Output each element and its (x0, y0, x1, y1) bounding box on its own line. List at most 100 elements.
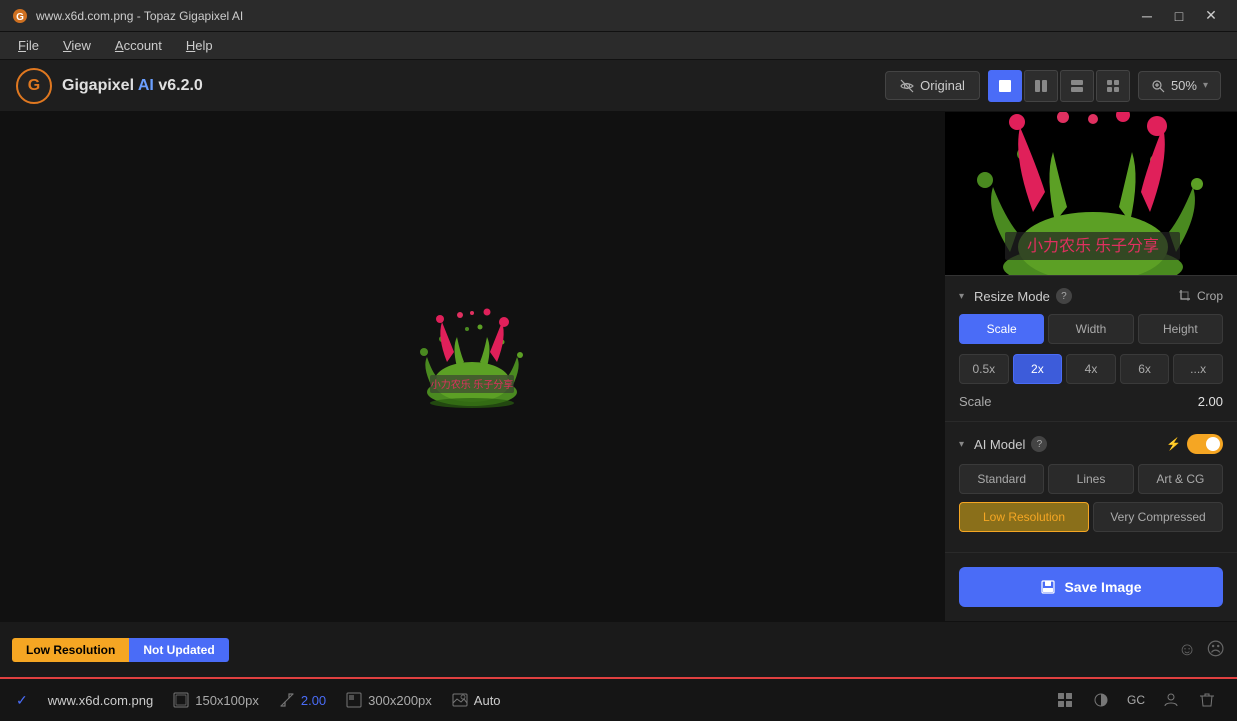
input-size-value: 150x100px (195, 693, 259, 708)
view-quad-icon (1105, 78, 1121, 94)
view-split-v-icon (1033, 78, 1049, 94)
tab-height[interactable]: Height (1138, 314, 1223, 344)
view-split-h-icon (1069, 78, 1085, 94)
svg-text:G: G (16, 12, 24, 23)
view-split-v-button[interactable] (1024, 70, 1058, 102)
bottom-grid-button[interactable] (1051, 686, 1079, 714)
output-size-item: 300x200px (346, 692, 432, 708)
tab-scale[interactable]: Scale (959, 314, 1044, 344)
maximize-button[interactable]: □ (1165, 5, 1193, 27)
app-version-ai: AI (138, 77, 154, 94)
bottom-filename: www.x6d.com.png (48, 693, 154, 708)
ai-model-header: ▾ AI Model ? ⚡ (959, 434, 1223, 454)
bottom-actions: GC (1051, 686, 1221, 714)
output-size-value: 300x200px (368, 693, 432, 708)
sub-model-group: Low Resolution Very Compressed (959, 502, 1223, 532)
image-icon (452, 692, 468, 708)
smiley-happy-icon[interactable]: ☺ (1178, 639, 1196, 660)
zoom-control[interactable]: 50% ▾ (1138, 71, 1221, 100)
scale-0-5x[interactable]: 0.5x (959, 354, 1009, 384)
model-very-compressed[interactable]: Very Compressed (1093, 502, 1223, 532)
canvas-image: 小力农乐 乐子分享 (402, 307, 542, 427)
view-single-button[interactable] (988, 70, 1022, 102)
tab-width[interactable]: Width (1048, 314, 1133, 344)
lightning-icon: ⚡ (1166, 437, 1181, 451)
model-lines[interactable]: Lines (1048, 464, 1133, 494)
bottom-gc-button[interactable]: GC (1123, 686, 1149, 714)
zoom-chevron-icon: ▾ (1203, 80, 1208, 91)
scale-label: Scale (959, 394, 992, 409)
save-button[interactable]: Save Image (959, 567, 1223, 607)
scale-custom[interactable]: ...x (1173, 354, 1223, 384)
menu-bar: File View Account Help (0, 32, 1237, 60)
resize-mode-header: ▾ Resize Mode ? Crop (959, 288, 1223, 304)
scale-row: Scale 2.00 (959, 394, 1223, 409)
tag-not-updated: Not Updated (129, 638, 228, 662)
trash-icon (1199, 692, 1215, 708)
svg-text:小力农乐 乐子分享: 小力农乐 乐子分享 (1027, 237, 1159, 255)
app-icon: G (12, 8, 28, 24)
title-bar: G www.x6d.com.png - Topaz Gigapixel AI ─… (0, 0, 1237, 32)
bottom-delete-button[interactable] (1193, 686, 1221, 714)
scale-2x[interactable]: 2x (1013, 354, 1063, 384)
ai-model-collapse-icon[interactable]: ▾ (959, 439, 964, 450)
right-panel: 小力农乐 乐子分享 ▾ Resize Mode ? Crop (944, 112, 1237, 621)
window-title: www.x6d.com.png - Topaz Gigapixel AI (36, 9, 243, 23)
scale-6x[interactable]: 6x (1120, 354, 1170, 384)
resize-mode-title: ▾ Resize Mode ? (959, 288, 1072, 304)
menu-help[interactable]: Help (176, 34, 223, 57)
close-button[interactable]: ✕ (1197, 5, 1225, 27)
preview-image: 小力农乐 乐子分享 (945, 112, 1237, 276)
model-type-group: Standard Lines Art & CG (959, 464, 1223, 494)
bottom-person-button[interactable] (1157, 686, 1185, 714)
crop-icon (1178, 289, 1192, 303)
view-btn-group (988, 70, 1130, 102)
status-bar: Low Resolution Not Updated ☺ ☹ (0, 621, 1237, 677)
scale-factor-value: 2.00 (301, 693, 326, 708)
crop-label: Crop (1197, 289, 1223, 303)
header-controls: Original (885, 70, 1221, 102)
bottom-contrast-button[interactable] (1087, 686, 1115, 714)
status-tag: Low Resolution Not Updated (12, 638, 229, 662)
input-size-icon (173, 692, 189, 708)
app-logo: G Gigapixel AI v6.2.0 (16, 68, 203, 104)
menu-account[interactable]: Account (105, 34, 172, 57)
minimize-button[interactable]: ─ (1133, 5, 1161, 27)
save-icon (1040, 579, 1056, 595)
menu-view[interactable]: View (53, 34, 101, 57)
ai-model-toggle-group: ⚡ (1166, 434, 1223, 454)
original-button[interactable]: Original (885, 71, 980, 100)
ai-model-label: AI Model (974, 437, 1025, 452)
grid-icon (1057, 692, 1073, 708)
scale-value: 2.00 (1198, 394, 1223, 409)
crop-action[interactable]: Crop (1178, 289, 1223, 303)
svg-text:小力农乐 乐子分享: 小力农乐 乐子分享 (431, 378, 514, 391)
smiley-sad-icon[interactable]: ☹ (1206, 639, 1225, 660)
collapse-icon[interactable]: ▾ (959, 291, 964, 302)
scale-options: 0.5x 2x 4x 6x ...x (959, 354, 1223, 384)
app-title: Gigapixel AI v6.2.0 (62, 77, 203, 95)
model-standard[interactable]: Standard (959, 464, 1044, 494)
title-bar-controls: ─ □ ✕ (1133, 5, 1225, 27)
model-low-resolution[interactable]: Low Resolution (959, 502, 1089, 532)
contrast-icon (1093, 692, 1109, 708)
view-quad-button[interactable] (1096, 70, 1130, 102)
bottom-bar: ✓ www.x6d.com.png 150x100px 2.00 300x200… (0, 677, 1237, 721)
ai-model-toggle[interactable] (1187, 434, 1223, 454)
zoom-icon (1151, 79, 1165, 93)
eye-icon (900, 79, 914, 93)
scale-4x[interactable]: 4x (1066, 354, 1116, 384)
view-split-h-button[interactable] (1060, 70, 1094, 102)
app-header: G Gigapixel AI v6.2.0 Original (0, 60, 1237, 112)
preview-canvas: 小力农乐 乐子分享 (945, 112, 1237, 276)
resize-mode-help[interactable]: ? (1056, 288, 1072, 304)
status-right: ☺ ☹ (1178, 639, 1237, 660)
ai-model-help[interactable]: ? (1031, 436, 1047, 452)
model-art-cg[interactable]: Art & CG (1138, 464, 1223, 494)
menu-file[interactable]: File (8, 34, 49, 57)
auto-item: Auto (452, 692, 501, 708)
scale-item: 2.00 (279, 692, 326, 708)
canvas-area[interactable]: 小力农乐 乐子分享 (0, 112, 944, 621)
zoom-level: 50% (1171, 78, 1197, 93)
output-size-icon (346, 692, 362, 708)
